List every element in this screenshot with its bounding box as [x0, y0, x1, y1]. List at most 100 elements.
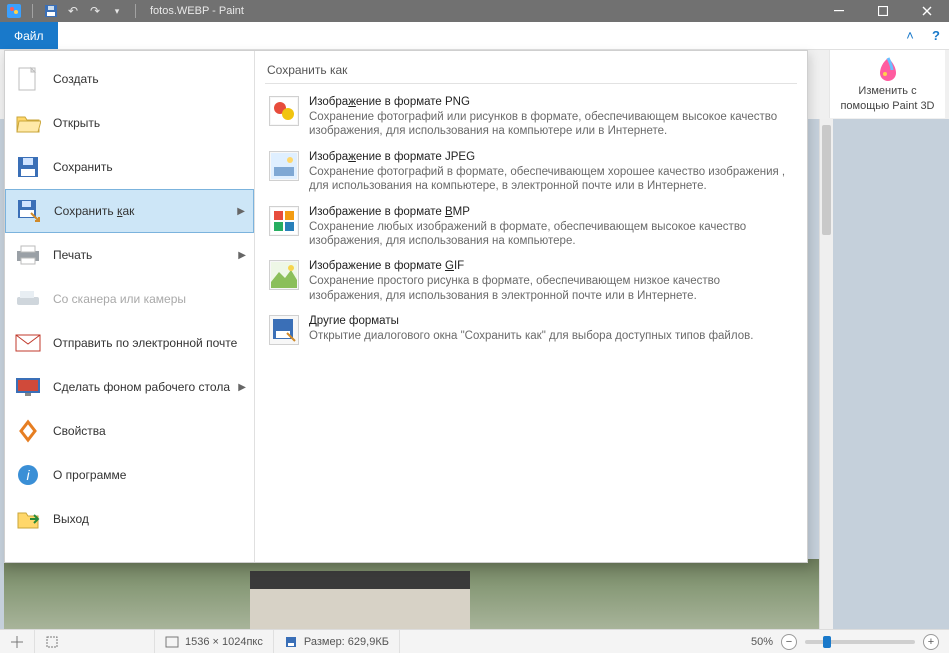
zoom-controls: 50% − +	[741, 634, 949, 650]
zoom-percent: 50%	[751, 636, 773, 648]
file-menu-wallpaper[interactable]: Сделать фоном рабочего стола ▶	[5, 365, 254, 409]
menu-label: Открыть	[53, 116, 100, 130]
format-title: Изображение в формате GIF	[309, 260, 793, 272]
close-button[interactable]	[905, 0, 949, 22]
format-title: Изображение в формате PNG	[309, 96, 793, 108]
file-menu-open[interactable]: Открыть	[5, 101, 254, 145]
qat-dropdown-icon[interactable]: ▾	[109, 3, 125, 19]
paint-3d-label-2: помощью Paint 3D	[840, 100, 934, 112]
paint-3d-label-1: Изменить с	[858, 85, 916, 97]
menu-label: Сохранить	[53, 160, 113, 174]
print-icon	[15, 242, 41, 268]
format-title: Изображение в формате BMP	[309, 206, 793, 218]
file-menu-print[interactable]: Печать ▶	[5, 233, 254, 277]
menu-label: Выход	[53, 512, 89, 526]
status-dimensions: 1536 × 1024пкс	[155, 630, 274, 653]
filesize-text: Размер: 629,9КБ	[304, 636, 389, 648]
format-desc: Сохранение фотографий в формате, обеспеч…	[309, 165, 793, 194]
gif-format-icon	[269, 260, 299, 290]
about-icon: i	[15, 462, 41, 488]
dimensions-icon	[165, 635, 179, 649]
format-desc: Сохранение фотографий или рисунков в фор…	[309, 110, 793, 139]
bmp-format-icon	[269, 206, 299, 236]
file-menu-save[interactable]: Сохранить	[5, 145, 254, 189]
help-icon[interactable]: ?	[923, 22, 949, 49]
jpeg-format-icon	[269, 151, 299, 181]
submenu-arrow-icon: ▶	[238, 382, 246, 393]
wallpaper-icon	[15, 374, 41, 400]
new-file-icon	[15, 66, 41, 92]
save-as-png[interactable]: Изображение в формате PNG Сохранение фот…	[265, 90, 797, 145]
zoom-slider[interactable]	[805, 640, 915, 644]
exit-icon	[15, 506, 41, 532]
save-as-gif[interactable]: Изображение в формате GIF Сохранение про…	[265, 254, 797, 309]
paint-3d-icon	[877, 56, 899, 82]
ribbon-collapse-icon[interactable]: ˄	[897, 22, 923, 49]
window-title: fotos.WEBP - Paint	[146, 5, 244, 17]
file-menu: Создать Открыть Сохранить Сохранить как …	[4, 50, 808, 563]
vertical-scrollbar[interactable]	[819, 119, 833, 629]
save-as-header: Сохранить как	[265, 59, 797, 84]
status-cursor-pos	[0, 630, 35, 653]
scanner-icon	[15, 286, 41, 312]
status-bar: 1536 × 1024пкс Размер: 629,9КБ 50% − +	[0, 629, 949, 653]
format-desc: Открытие диалогового окна "Сохранить как…	[309, 329, 753, 343]
file-tab-label: Файл	[14, 29, 44, 43]
format-title: Другие форматы	[309, 315, 753, 327]
save-as-other[interactable]: Другие форматы Открытие диалогового окна…	[265, 309, 797, 351]
open-folder-icon	[15, 110, 41, 136]
submenu-arrow-icon: ▶	[237, 206, 245, 217]
file-menu-about[interactable]: i О программе	[5, 453, 254, 497]
save-as-submenu: Сохранить как Изображение в формате PNG …	[255, 51, 807, 562]
zoom-in-button[interactable]: +	[923, 634, 939, 650]
menu-label: Создать	[53, 72, 99, 86]
menu-label: Отправить по электронной почте	[53, 336, 237, 350]
save-icon[interactable]	[43, 3, 59, 19]
file-menu-properties[interactable]: Свойства	[5, 409, 254, 453]
png-format-icon	[269, 96, 299, 126]
file-menu-list: Создать Открыть Сохранить Сохранить как …	[5, 51, 255, 562]
file-menu-save-as[interactable]: Сохранить как ▶	[5, 189, 254, 233]
menu-label: Сделать фоном рабочего стола	[53, 380, 230, 394]
menu-label: Печать	[53, 248, 92, 262]
maximize-button[interactable]	[861, 0, 905, 22]
save-as-icon	[16, 198, 42, 224]
email-icon	[15, 330, 41, 356]
dimensions-text: 1536 × 1024пкс	[185, 636, 263, 648]
format-desc: Сохранение любых изображений в формате, …	[309, 220, 793, 249]
paint-3d-group[interactable]: Изменить с помощью Paint 3D	[829, 50, 945, 118]
file-tab[interactable]: Файл	[0, 22, 58, 49]
format-title: Изображение в формате JPEG	[309, 151, 793, 163]
file-menu-email[interactable]: Отправить по электронной почте	[5, 321, 254, 365]
format-desc: Сохранение простого рисунка в формате, о…	[309, 274, 793, 303]
title-bar: ↶ ↷ ▾ fotos.WEBP - Paint	[0, 0, 949, 22]
status-selection	[35, 630, 155, 653]
status-filesize: Размер: 629,9КБ	[274, 630, 400, 653]
crosshair-icon	[10, 635, 24, 649]
paint-app-icon	[6, 3, 22, 19]
disk-icon	[284, 635, 298, 649]
save-as-jpeg[interactable]: Изображение в формате JPEG Сохранение фо…	[265, 145, 797, 200]
scrollbar-thumb[interactable]	[822, 125, 831, 235]
submenu-arrow-icon: ▶	[238, 250, 246, 261]
redo-icon[interactable]: ↷	[87, 3, 103, 19]
properties-icon	[15, 418, 41, 444]
file-menu-scanner: Со сканера или камеры	[5, 277, 254, 321]
other-format-icon	[269, 315, 299, 345]
undo-icon[interactable]: ↶	[65, 3, 81, 19]
separator	[135, 4, 136, 18]
menu-label: Со сканера или камеры	[53, 292, 186, 306]
file-menu-exit[interactable]: Выход	[5, 497, 254, 541]
minimize-button[interactable]	[817, 0, 861, 22]
selection-icon	[45, 635, 59, 649]
menu-label: Сохранить как	[54, 204, 134, 218]
zoom-slider-knob[interactable]	[823, 636, 831, 648]
image-content	[250, 571, 470, 629]
ribbon-tabs: Файл ˄ ?	[0, 22, 949, 50]
zoom-out-button[interactable]: −	[781, 634, 797, 650]
file-menu-new[interactable]: Создать	[5, 57, 254, 101]
menu-label: Свойства	[53, 424, 106, 438]
quick-access-toolbar: ↶ ↷ ▾	[0, 3, 146, 19]
save-as-bmp[interactable]: Изображение в формате BMP Сохранение люб…	[265, 200, 797, 255]
menu-label: О программе	[53, 468, 126, 482]
